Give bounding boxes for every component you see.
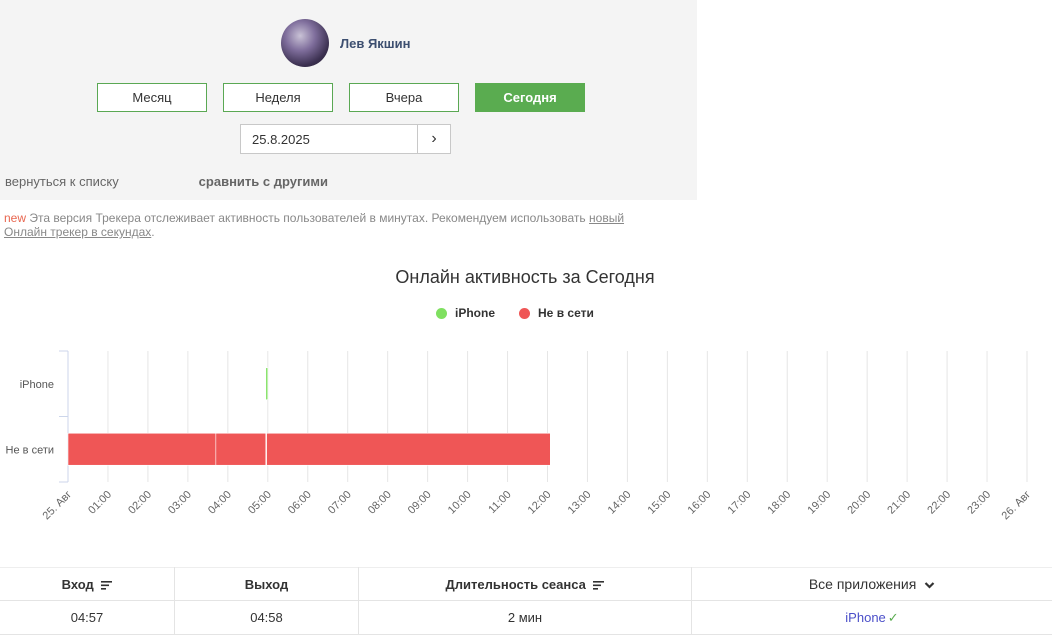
- x-tick-label: 03:00: [166, 489, 194, 517]
- x-tick-label: 01:00: [86, 489, 114, 517]
- x-tick-label: 14:00: [606, 489, 634, 517]
- duration-cell: 2 мин: [358, 600, 692, 635]
- next-date-button[interactable]: ›: [417, 125, 450, 153]
- y-tick-label: iPhone: [20, 379, 54, 391]
- x-tick-label: 20:00: [845, 489, 873, 517]
- x-tick-label: 05:00: [246, 489, 274, 517]
- legend-dot-offline: [519, 307, 531, 319]
- sort-icon[interactable]: [101, 580, 113, 590]
- chart-legend: iPhone Не в сети: [436, 306, 618, 320]
- logout-cell: 04:58: [174, 600, 359, 635]
- x-tick-label: 09:00: [406, 489, 434, 517]
- sessions-table: Вход Выход Длительность сеанса Все прило…: [0, 567, 1052, 635]
- notice-tail: .: [151, 225, 155, 239]
- legend-item-offline[interactable]: Не в сети: [519, 306, 594, 320]
- x-tick-label: 02:00: [126, 489, 154, 517]
- period-yesterday-button[interactable]: Вчера: [349, 83, 459, 112]
- x-tick-label: 13:00: [566, 489, 594, 517]
- legend-label-iphone: iPhone: [455, 306, 496, 320]
- table-row: 04:57 04:58 2 мин iPhone ✓: [0, 600, 1052, 635]
- x-tick-label: 10:00: [446, 489, 474, 517]
- check-icon: ✓: [887, 609, 899, 625]
- x-tick-label: 17:00: [725, 489, 753, 517]
- x-tick-label: 25. Авг: [41, 489, 75, 523]
- period-month-button[interactable]: Месяц: [97, 83, 207, 112]
- y-tick-label: Не в сети: [6, 444, 54, 456]
- chevron-right-icon: ›: [431, 130, 437, 147]
- x-tick-label: 06:00: [286, 489, 314, 517]
- x-tick-label: 23:00: [965, 489, 993, 517]
- new-tag: new: [4, 211, 27, 225]
- logout-header: Выход: [174, 567, 359, 601]
- period-week-button[interactable]: Неделя: [223, 83, 333, 112]
- version-notice: new Эта версия Трекера отслеживает актив…: [4, 211, 664, 239]
- x-tick-label: 19:00: [805, 489, 833, 517]
- x-tick-label: 07:00: [326, 489, 354, 517]
- legend-item-iphone[interactable]: iPhone: [436, 306, 495, 320]
- x-tick-label: 11:00: [486, 489, 513, 516]
- duration-header-label: Длительность сеанса: [445, 576, 586, 592]
- x-tick-label: 12:00: [526, 489, 554, 517]
- x-tick-label: 21:00: [885, 489, 913, 517]
- x-tick-label: 16:00: [686, 489, 714, 517]
- x-tick-label: 22:00: [925, 489, 953, 517]
- apps-filter-header[interactable]: Все приложения: [691, 567, 1052, 601]
- user-panel: Лев Якшин Месяц Неделя Вчера Сегодня › в…: [0, 0, 697, 200]
- timeline-chart: iPhone Не в сети 25. Авг 01:00 02:00 03:00 04:…: [6, 350, 1034, 523]
- back-to-list-link[interactable]: вернуться к списку: [5, 174, 119, 189]
- x-tick-label: 26. Авг: [1000, 489, 1034, 523]
- timeline-bar: [67, 432, 217, 466]
- period-today-button[interactable]: Сегодня: [475, 83, 585, 112]
- apps-filter-label: Все приложения: [808, 576, 917, 592]
- timeline-bar: [266, 432, 551, 466]
- x-tick-label: 04:00: [206, 489, 234, 517]
- login-header[interactable]: Вход: [0, 567, 175, 601]
- app-link[interactable]: iPhone: [845, 610, 885, 625]
- x-tick-label: 18:00: [765, 489, 793, 517]
- compare-link[interactable]: сравнить с другими: [199, 174, 328, 189]
- timeline-bar: [215, 432, 267, 466]
- legend-label-offline: Не в сети: [538, 306, 594, 320]
- chevron-down-icon: [924, 582, 935, 589]
- user-name[interactable]: Лев Якшин: [340, 36, 410, 51]
- notice-text: Эта версия Трекера отслеживает активност…: [26, 211, 590, 225]
- x-tick-label: 08:00: [366, 489, 394, 517]
- login-header-label: Вход: [61, 576, 94, 592]
- avatar[interactable]: [281, 19, 329, 67]
- date-picker: ›: [240, 124, 451, 154]
- sort-icon[interactable]: [593, 580, 605, 590]
- duration-header[interactable]: Длительность сеанса: [358, 567, 692, 601]
- chart-title: Онлайн активность за Сегодня: [395, 267, 655, 287]
- date-input[interactable]: [241, 125, 417, 153]
- login-cell: 04:57: [0, 600, 175, 635]
- legend-dot-iphone: [436, 307, 447, 319]
- app-cell: iPhone ✓: [691, 600, 1052, 635]
- x-tick-label: 15:00: [646, 489, 674, 517]
- timeline-bar: [265, 367, 269, 401]
